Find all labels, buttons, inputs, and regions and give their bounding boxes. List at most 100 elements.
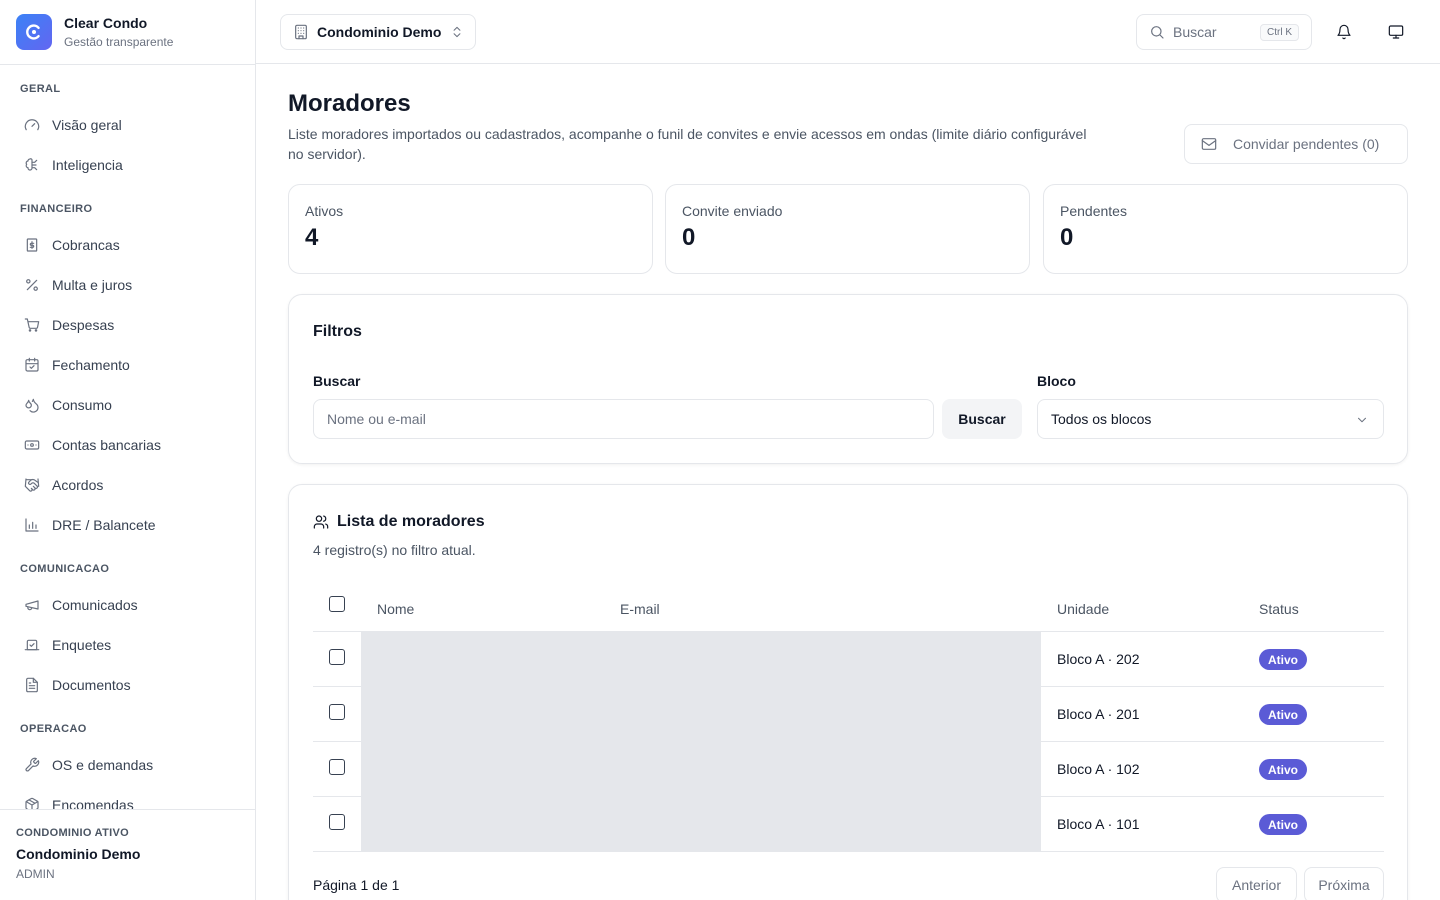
- condo-selector-label: Condominio Demo: [317, 24, 442, 40]
- row-unit: Bloco A · 102: [1057, 761, 1140, 777]
- status-badge: Ativo: [1259, 704, 1307, 725]
- brand-logo-icon: [16, 14, 52, 50]
- sidebar-item-multa-juros[interactable]: Multa e juros: [0, 265, 255, 305]
- active-condo-panel: CONDOMINIO ATIVO Condominio Demo ADMIN: [0, 809, 255, 900]
- sidebar-item-despesas[interactable]: Despesas: [0, 305, 255, 345]
- global-search[interactable]: Buscar Ctrl K: [1136, 14, 1312, 50]
- stat-card-pendentes: Pendentes 0: [1043, 184, 1408, 274]
- building-icon: [295, 24, 307, 40]
- sidebar-item-fechamento[interactable]: Fechamento: [0, 345, 255, 385]
- search-button[interactable]: Buscar: [942, 399, 1022, 439]
- nav-section-operacao: OPERACAO: [20, 723, 87, 735]
- vote-icon: [24, 637, 40, 653]
- row-checkbox[interactable]: [329, 814, 345, 830]
- block-select[interactable]: Todos os blocos: [1037, 399, 1384, 439]
- percent-icon: [24, 277, 40, 293]
- nav-section-comunicacao: COMUNICACAO: [20, 563, 110, 575]
- redacted-name-email-area: [361, 632, 1041, 852]
- status-badge: Ativo: [1259, 649, 1307, 670]
- sidebar-item-comunicados[interactable]: Comunicados: [0, 585, 255, 625]
- global-search-label: Buscar: [1173, 24, 1217, 40]
- notifications-button[interactable]: [1332, 20, 1356, 44]
- block-select-value: Todos os blocos: [1051, 411, 1152, 427]
- sidebar-item-contas-bancarias[interactable]: Contas bancarias: [0, 425, 255, 465]
- mail-icon: [1201, 138, 1217, 150]
- sidebar-item-os-demandas[interactable]: OS e demandas: [0, 745, 255, 785]
- sidebar-item-enquetes[interactable]: Enquetes: [0, 625, 255, 665]
- display-mode-button[interactable]: [1384, 20, 1408, 44]
- search-shortcut: Ctrl K: [1260, 24, 1299, 41]
- resident-search-input[interactable]: [313, 399, 934, 439]
- sidebar-item-consumo[interactable]: Consumo: [0, 385, 255, 425]
- bar-chart-icon: [24, 517, 40, 533]
- sidebar-item-label: DRE / Balancete: [52, 517, 156, 533]
- sidebar-item-label: Documentos: [52, 677, 131, 693]
- status-badge: Ativo: [1259, 759, 1307, 780]
- wrench-icon: [24, 757, 40, 773]
- active-condo-label: CONDOMINIO ATIVO: [16, 827, 129, 839]
- sidebar-item-visao-geral[interactable]: Visão geral: [0, 105, 255, 145]
- invite-pending-button[interactable]: Convidar pendentes (0): [1184, 124, 1408, 164]
- row-checkbox[interactable]: [329, 759, 345, 775]
- previous-page-button[interactable]: Anterior: [1216, 867, 1297, 900]
- sidebar-item-label: Acordos: [52, 477, 104, 493]
- sidebar-item-label: Comunicados: [52, 597, 138, 613]
- residents-list-card: Lista de moradores 4 registro(s) no filt…: [288, 484, 1408, 900]
- row-checkbox[interactable]: [329, 649, 345, 665]
- column-header-email[interactable]: E-mail: [620, 601, 660, 617]
- sidebar: Clear Condo Gestão transparente GERAL Vi…: [0, 0, 256, 900]
- sidebar-item-inteligencia[interactable]: Inteligencia: [0, 145, 255, 185]
- sidebar-item-documentos[interactable]: Documentos: [0, 665, 255, 705]
- condo-selector[interactable]: Condominio Demo: [280, 14, 476, 50]
- stat-card-ativos: Ativos 4: [288, 184, 653, 274]
- brand[interactable]: Clear Condo Gestão transparente: [0, 0, 255, 65]
- nav-section-financeiro: FINANCEIRO: [20, 203, 93, 215]
- next-page-button[interactable]: Próxima: [1304, 867, 1384, 900]
- bell-icon: [1337, 24, 1351, 40]
- users-icon: [313, 515, 329, 529]
- sidebar-item-label: Cobrancas: [52, 237, 120, 253]
- sidebar-item-label: Inteligencia: [52, 157, 123, 173]
- row-checkbox[interactable]: [329, 704, 345, 720]
- search-field-label: Buscar: [313, 373, 361, 389]
- residents-table: Nome E-mail Unidade Status Bloco A · 202…: [313, 585, 1384, 852]
- block-field-label: Bloco: [1037, 373, 1076, 389]
- stat-value: 0: [1060, 224, 1074, 251]
- sidebar-item-label: Enquetes: [52, 637, 112, 653]
- pagination-text: Página 1 de 1: [313, 877, 400, 893]
- column-header-unit[interactable]: Unidade: [1057, 601, 1109, 617]
- list-title-label: Lista de moradores: [337, 513, 485, 530]
- brand-tagline: Gestão transparente: [64, 35, 174, 49]
- cart-icon: [24, 317, 40, 333]
- stat-value: 4: [305, 224, 319, 251]
- sidebar-item-label: Contas bancarias: [52, 437, 161, 453]
- page-description: Liste moradores importados ou cadastrado…: [288, 126, 1087, 162]
- select-all-checkbox[interactable]: [329, 596, 345, 612]
- status-badge: Ativo: [1259, 814, 1307, 835]
- chevron-down-icon: [1357, 417, 1367, 423]
- file-text-icon: [24, 677, 40, 693]
- sidebar-item-label: Despesas: [52, 317, 115, 333]
- list-subtitle: 4 registro(s) no filtro atual.: [313, 542, 476, 558]
- sidebar-item-encomendas[interactable]: Encomendas: [0, 785, 255, 809]
- sidebar-item-label: Multa e juros: [52, 277, 133, 293]
- brand-name: Clear Condo: [64, 15, 148, 31]
- invite-pending-label: Convidar pendentes (0): [1233, 136, 1380, 152]
- sidebar-item-cobrancas[interactable]: Cobrancas: [0, 225, 255, 265]
- filters-card: Filtros Buscar Buscar Bloco Todos os blo…: [288, 294, 1408, 464]
- sidebar-item-label: Encomendas: [52, 797, 134, 809]
- column-header-name[interactable]: Nome: [377, 601, 414, 617]
- filters-title: Filtros: [313, 323, 362, 340]
- sidebar-item-label: Consumo: [52, 397, 112, 413]
- sidebar-item-dre-balancete[interactable]: DRE / Balancete: [0, 505, 255, 545]
- sidebar-item-acordos[interactable]: Acordos: [0, 465, 255, 505]
- active-condo-name: Condominio Demo: [16, 846, 141, 862]
- column-header-status[interactable]: Status: [1259, 601, 1299, 617]
- gauge-icon: [24, 117, 40, 133]
- active-condo-role: ADMIN: [16, 867, 55, 881]
- sidebar-nav: GERAL Visão geral Inteligencia FINANCEIR…: [0, 65, 255, 809]
- calendar-check-icon: [24, 357, 40, 373]
- row-unit: Bloco A · 101: [1057, 816, 1140, 832]
- package-icon: [24, 797, 40, 809]
- search-icon: [1151, 26, 1164, 39]
